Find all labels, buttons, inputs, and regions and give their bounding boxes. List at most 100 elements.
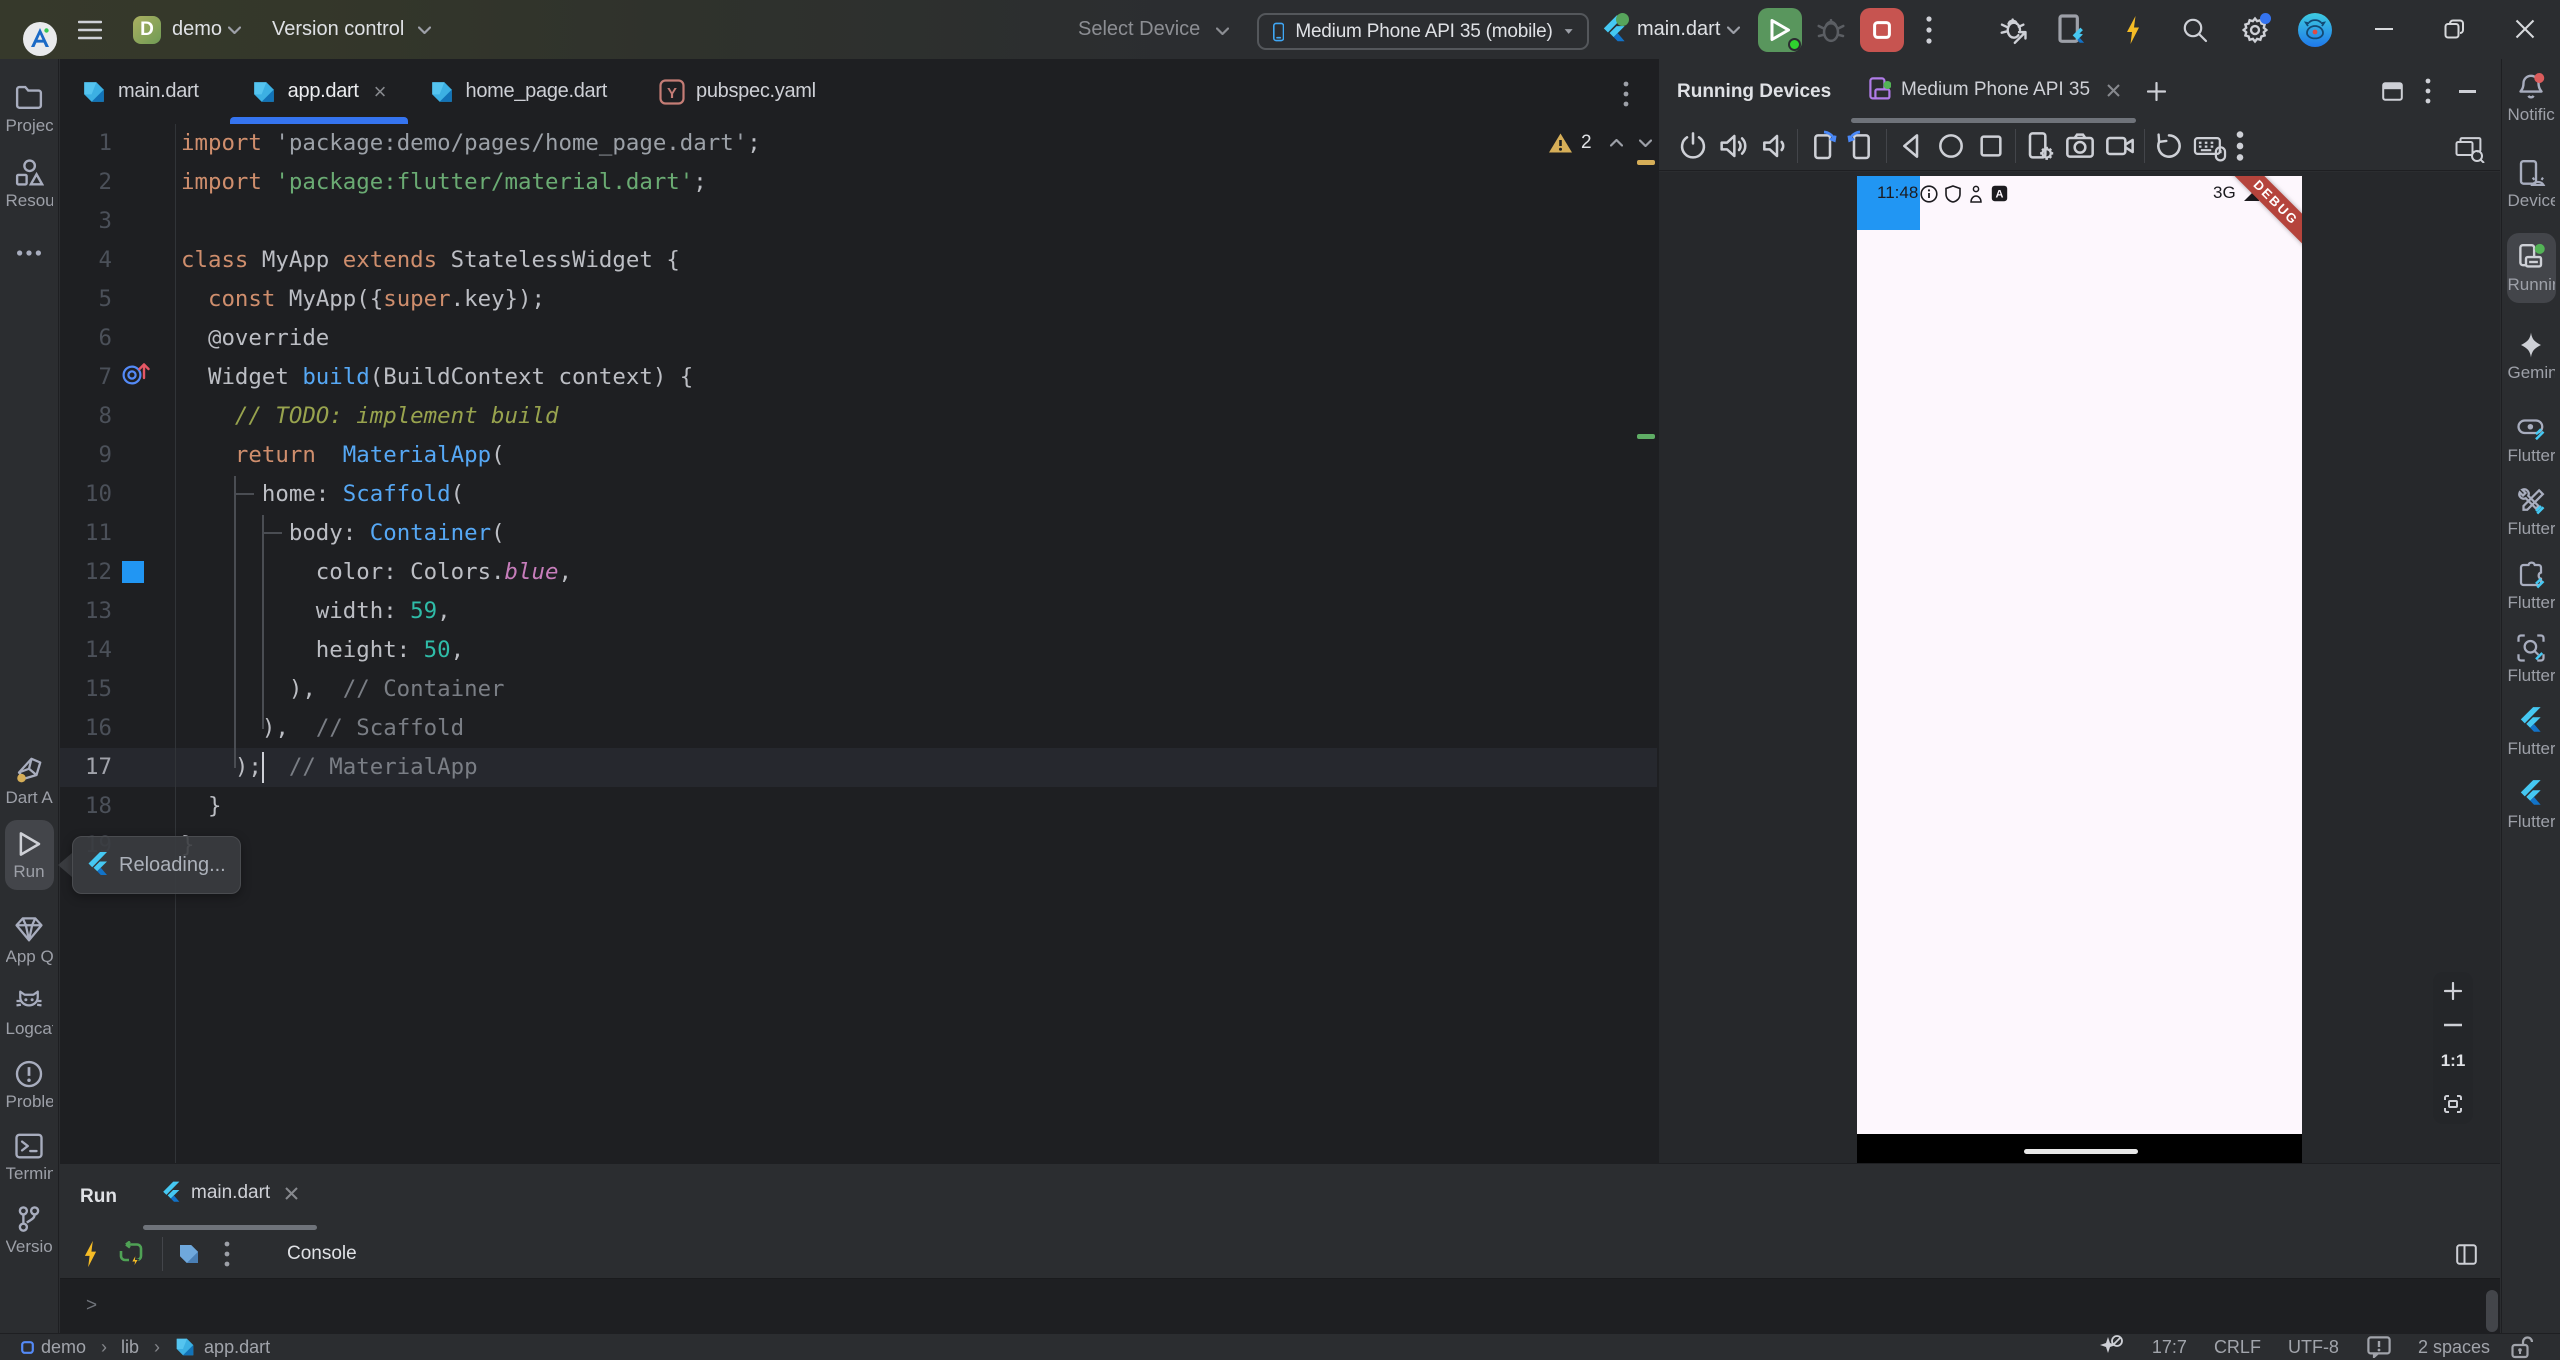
run-button[interactable] [1758,8,1802,52]
stripe-item-notifications[interactable]: Notifications [2505,72,2557,125]
hot-reload-icon[interactable] [83,1240,98,1268]
window-minimize-button[interactable] [2374,19,2394,39]
window-restore-button[interactable] [2444,19,2464,39]
zoom-in-icon[interactable] [2444,982,2462,1000]
stripe-item-flutter-deep-links[interactable]: Flutter Deep Links [2505,633,2557,686]
debug-button[interactable] [1815,14,1847,46]
stripe-item-problems[interactable]: Problems [3,1059,55,1112]
zoom-reset-button[interactable]: 1:1 [2441,1051,2466,1071]
prev-problem-icon[interactable] [1609,139,1623,147]
stripe-item-terminal[interactable]: Terminal [3,1131,55,1184]
editor-tab-pubspec-yaml[interactable]: Ypubspec.yaml [638,59,847,124]
stripe-item-flutter-devtools[interactable]: Flutter DevTools [2505,486,2557,539]
indent-widget[interactable]: 2 spaces [2418,1337,2490,1358]
reset-emulator-icon[interactable] [2153,130,2185,162]
stripe-item-project[interactable]: Project [3,83,55,136]
stripe-item-flutter-property[interactable]: Flutter Property Editor [2505,779,2557,832]
close-icon[interactable] [284,1186,299,1201]
project-selector[interactable]: demo [172,18,222,41]
stripe-item-gemini[interactable]: Gemini [2505,330,2557,383]
lightning-icon[interactable] [2125,15,2141,45]
device-selector[interactable]: Medium Phone API 35 (mobile) [1257,13,1589,50]
console-tab[interactable]: Console [287,1243,357,1265]
run-tab[interactable]: main.dart [161,1180,299,1206]
color-preview-swatch[interactable] [122,561,144,583]
stripe-item-more[interactable] [3,238,55,268]
volup-emulator-icon[interactable] [1717,130,1749,162]
code-editor[interactable]: 12345678910111213141516171819 import 'pa… [60,124,1657,1163]
fit-to-window-icon[interactable] [2443,1094,2463,1114]
select-device-dropdown[interactable]: Select Device [1078,18,1200,41]
stripe-item-resource[interactable]: Resource Manager [3,158,55,211]
stripe-item-flutter-performance[interactable]: Flutter Performance [2505,706,2557,759]
homec-emulator-icon[interactable] [1935,130,1967,162]
inspections-widget[interactable]: 2 [1548,132,1652,154]
next-problem-icon[interactable] [1638,139,1652,147]
stripe-item-dart-analysis[interactable]: Dart Analysis [3,755,55,808]
rotr-emulator-icon[interactable] [1846,130,1878,162]
back-emulator-icon[interactable] [1895,130,1927,162]
dock-panel-icon[interactable] [2382,82,2403,101]
phonegear-emulator-icon[interactable] [2024,130,2056,162]
close-tab-icon[interactable]: × [374,79,387,105]
split-console-icon[interactable] [2456,1243,2477,1265]
gesture-pill[interactable] [2024,1149,2138,1154]
screenshot-compare-icon[interactable] [2455,137,2485,163]
phone-screen[interactable]: 11:48 A 3G DEBUG [1857,176,2302,1163]
device-manager-toolbar-icon[interactable] [2058,14,2086,46]
close-icon[interactable] [2106,83,2121,98]
settings-gear-icon[interactable] [2240,13,2271,45]
stripe-item-version[interactable]: Version Control [3,1204,55,1257]
overrides-method-gutter-icon[interactable] [122,362,150,386]
video-emulator-icon[interactable] [2104,130,2136,162]
editor-tab-home_page-dart[interactable]: home_page.dart [408,59,638,124]
search-icon[interactable] [2182,17,2208,43]
device-tab[interactable]: Medium Phone API 35 [1869,77,2121,103]
ai-assistant-disabled-icon[interactable] [2098,1335,2124,1359]
main-menu-hamburger-icon[interactable] [78,19,102,41]
encoding-widget[interactable]: UTF-8 [2288,1337,2339,1358]
panel-options-icon[interactable] [2424,77,2432,105]
unlocked-padlock-icon[interactable] [2511,1335,2533,1359]
hot-restart-icon[interactable] [118,1241,144,1267]
hide-panel-icon[interactable] [2459,90,2476,93]
more-actions-button[interactable] [1925,15,1933,45]
add-device-icon[interactable] [2147,82,2166,101]
reloading-balloon: Reloading... [72,836,241,894]
breadcrumb-dir[interactable]: lib [121,1337,139,1358]
stripe-item-run[interactable]: Run [3,829,55,882]
dart-devtools-icon[interactable] [177,1242,201,1266]
editor-tab-app-dart[interactable]: app.dart × [229,59,408,124]
breadcrumb-project[interactable]: demo [41,1337,86,1358]
kbd-emulator-icon[interactable] [2193,130,2227,162]
user-avatar[interactable] [2298,13,2332,47]
stripe-item-flutter-outline[interactable]: Flutter Outline [2505,560,2557,613]
camera-emulator-icon[interactable] [2064,130,2096,162]
flutter-attach-debugger-icon[interactable] [1998,14,2030,46]
stripe-item-flutter-inspector[interactable]: Flutter Inspector [2505,413,2557,466]
line-ending-widget[interactable]: CRLF [2214,1337,2261,1358]
stripe-item-aqi[interactable]: App Quality Insights [3,914,55,967]
breadcrumb-file[interactable]: app.dart [204,1337,270,1358]
stripe-item-logcat[interactable]: Logcat [3,986,55,1039]
caret-position-widget[interactable]: 17:7 [2152,1337,2187,1358]
power-emulator-icon[interactable] [1677,130,1709,162]
stop-button[interactable] [1860,8,1904,52]
console-scrollbar[interactable] [2486,1290,2498,1332]
tab-options-icon[interactable] [1622,80,1630,108]
stripe-item-running-devices[interactable]: Running Devices [2505,242,2557,295]
editor-tab-main-dart[interactable]: main.dart [60,59,230,124]
run-more-options-icon[interactable] [223,1240,231,1268]
window-close-button[interactable] [2515,19,2535,39]
vcs-widget[interactable]: Version control [272,18,404,41]
project-badge[interactable]: D [133,16,161,44]
recents-emulator-icon[interactable] [1975,130,2007,162]
stripe-item-device-manager[interactable]: Device Manager [2505,158,2557,211]
console-output[interactable]: > [60,1278,2500,1334]
rotl-emulator-icon[interactable] [1806,130,1838,162]
inspection-highlight-icon[interactable] [2367,1336,2391,1358]
voldown-emulator-icon[interactable] [1757,130,1789,162]
run-config-selector[interactable]: main.dart [1637,18,1720,41]
dots-emulator-icon[interactable] [2235,130,2245,162]
zoom-out-icon[interactable] [2444,1023,2462,1027]
